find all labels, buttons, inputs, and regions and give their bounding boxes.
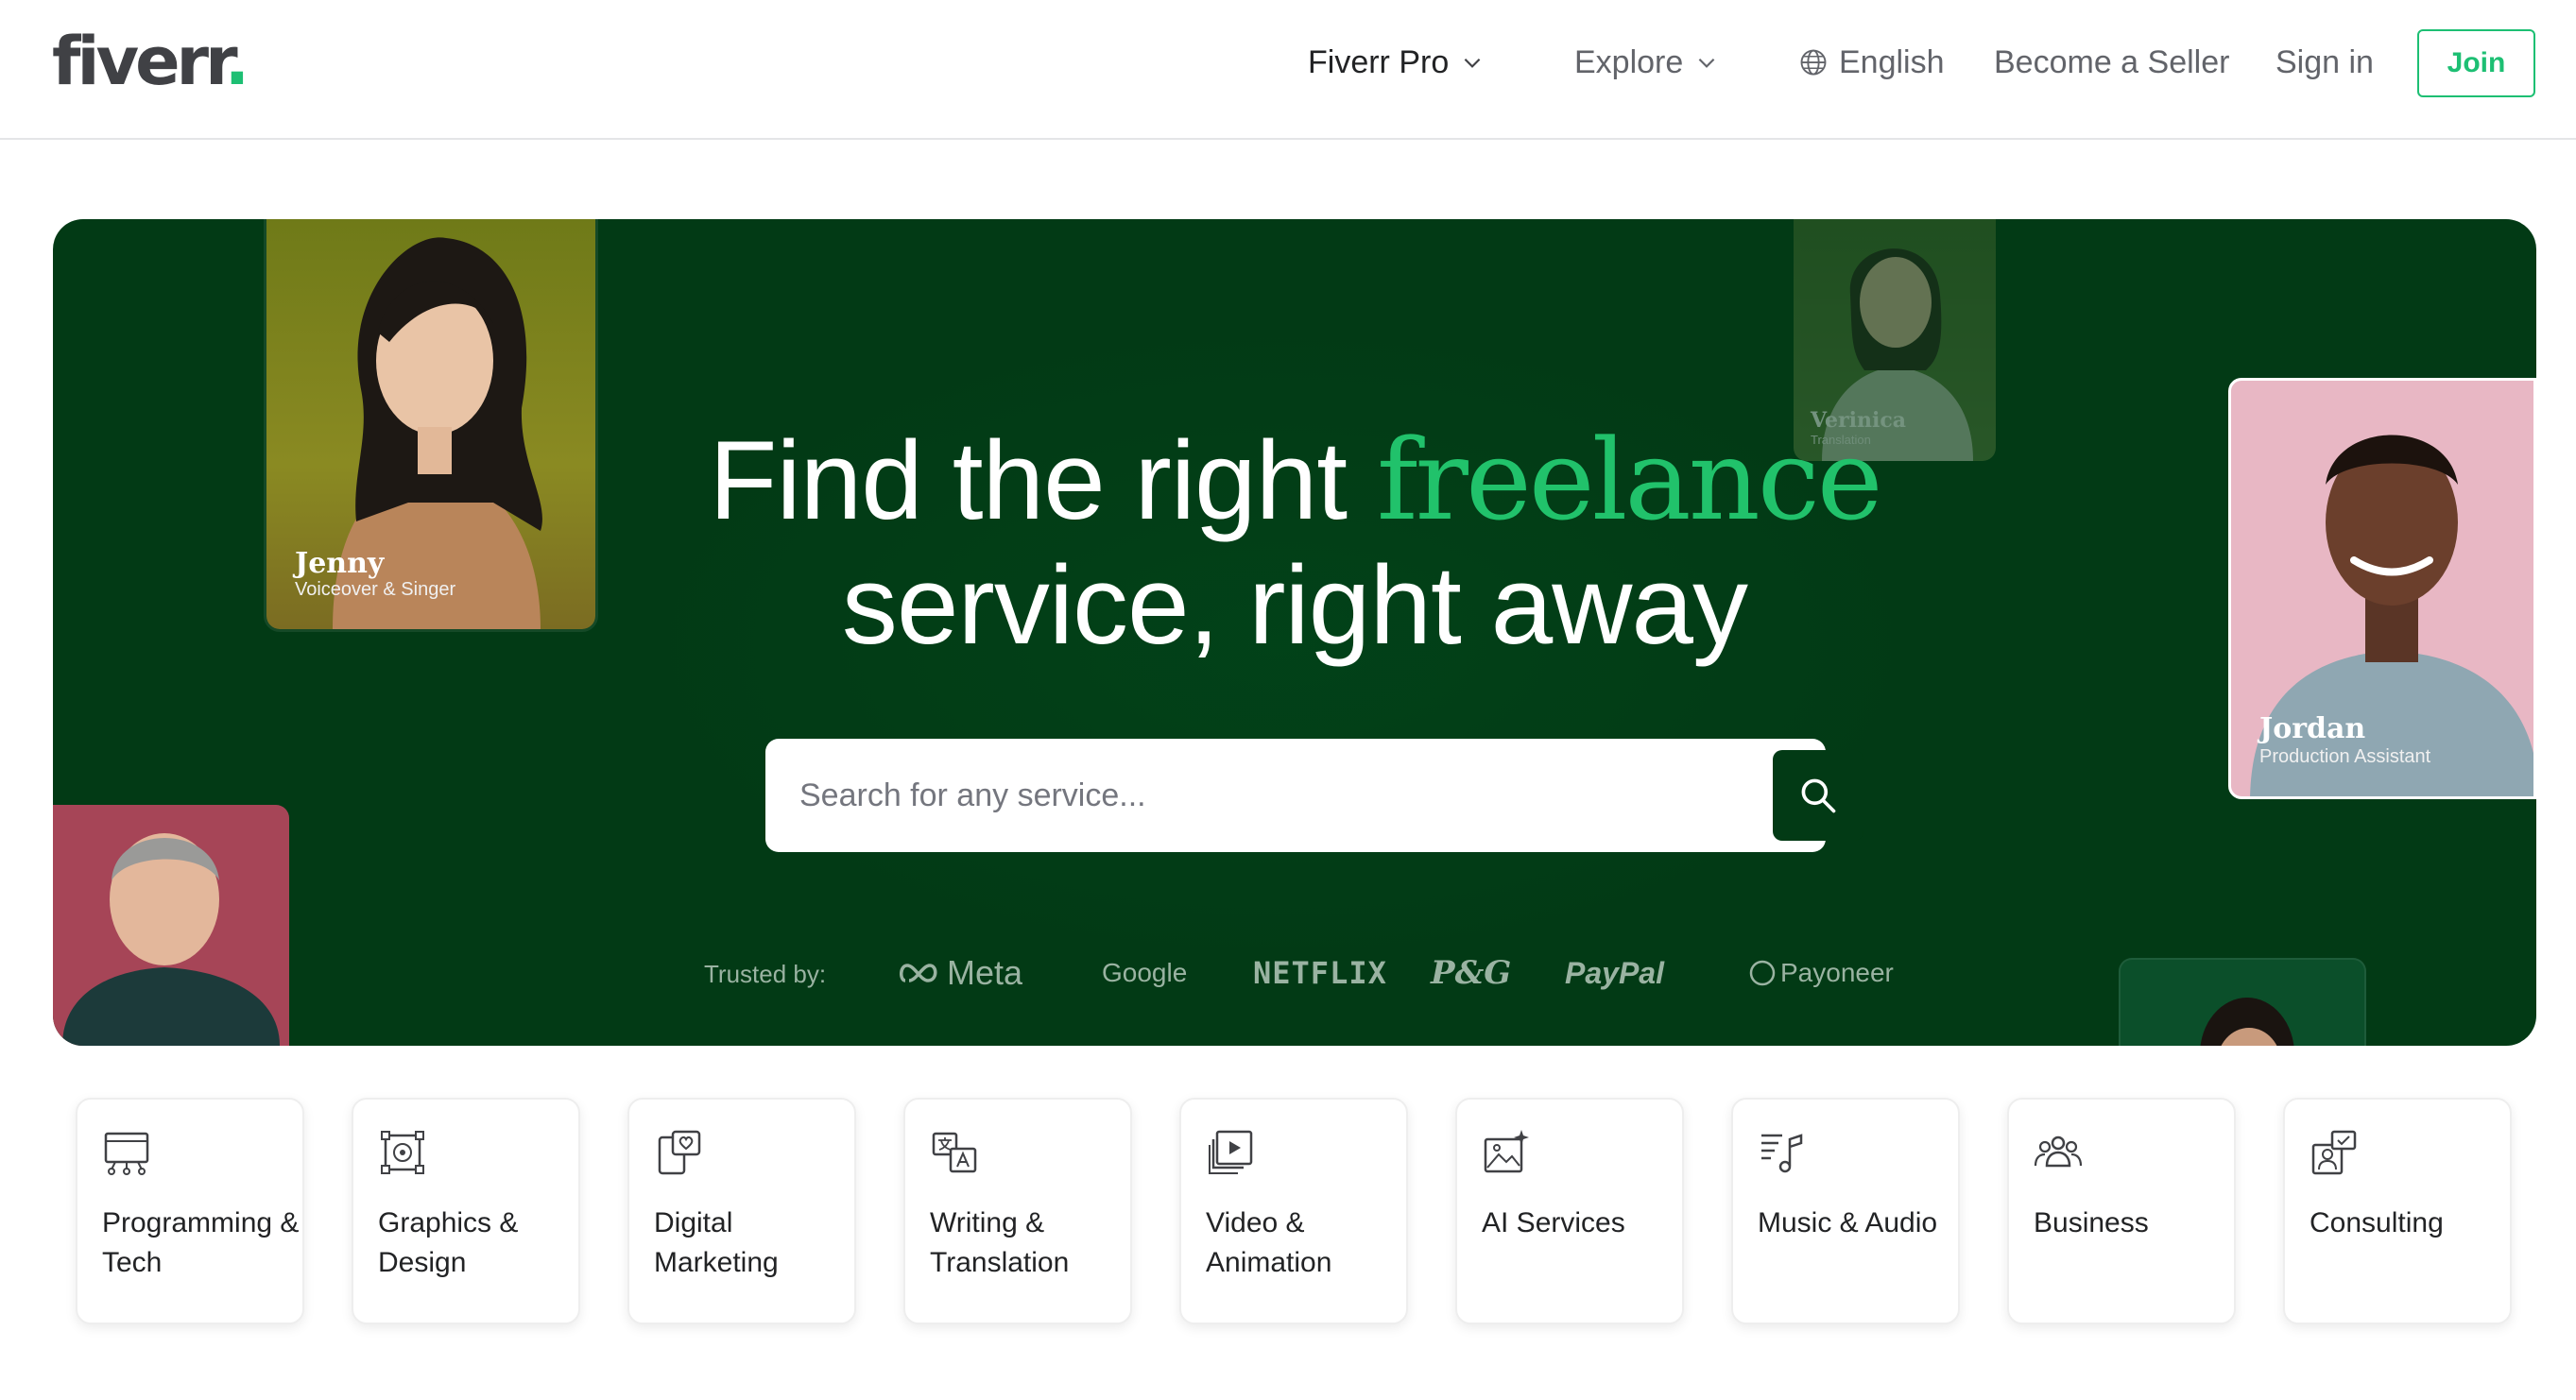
category-graphics-design[interactable]: Graphics & Design	[352, 1098, 580, 1324]
hero-banner: Jenny Voiceover & Singer Verinica Transl…	[53, 219, 2536, 1046]
video-play-icon	[1209, 1130, 1253, 1174]
people-group-icon	[2034, 1135, 2083, 1168]
logo-text: fiverr	[52, 23, 229, 100]
trusted-by-row: Trusted by: Meta Google NETFLIX P&G PayP…	[53, 947, 2536, 1003]
nav-language[interactable]: English	[1799, 42, 1945, 83]
category-label: Writing & Translation	[930, 1207, 1070, 1278]
chevron-down-icon	[1464, 58, 1481, 68]
hero-headline-line2: service, right away	[841, 543, 1748, 668]
payoneer-circle-icon	[1749, 960, 1776, 986]
music-note-icon	[1761, 1134, 1803, 1173]
category-label: Digital Marketing	[654, 1207, 779, 1278]
category-business[interactable]: Business	[2007, 1098, 2236, 1324]
category-programming-tech[interactable]: Programming & Tech	[76, 1098, 304, 1324]
freelancer-role: Production Assistant	[2259, 746, 2431, 767]
category-ai-services[interactable]: AI Services	[1455, 1098, 1684, 1324]
fiverr-logo[interactable]: fiverr.	[52, 23, 250, 100]
nav-language-label: English	[1839, 44, 1945, 80]
category-label: Programming & Tech	[102, 1207, 300, 1278]
category-label: Graphics & Design	[378, 1207, 519, 1278]
trusted-label: Trusted by:	[704, 960, 827, 988]
hero-headline-line1: Find the right freelance	[53, 418, 2536, 543]
category-digital-marketing[interactable]: Digital Marketing	[627, 1098, 856, 1324]
freelancer-name: Jordan	[2259, 712, 2366, 745]
join-button[interactable]: Join	[2417, 29, 2535, 97]
search-icon	[1801, 778, 1836, 813]
chevron-down-icon	[1698, 58, 1715, 68]
headline-text: Find the right	[709, 418, 1377, 543]
brand-payoneer-label: Payoneer	[1780, 958, 1894, 987]
nav-explore-label: Explore	[1574, 44, 1684, 80]
headline-accent: freelance	[1376, 415, 1883, 545]
nav-explore[interactable]: Explore	[1574, 42, 1719, 83]
category-label: Business	[2034, 1207, 2149, 1238]
top-navbar: fiverr. Fiverr Pro Explore English Becom…	[0, 0, 2576, 140]
portrait-man	[62, 833, 280, 1046]
brand-pg: P&G	[1431, 954, 1512, 992]
category-video-animation[interactable]: Video & Animation	[1179, 1098, 1408, 1324]
meta-infinity-icon	[900, 964, 937, 982]
nav-become-seller[interactable]: Become a Seller	[1994, 42, 2229, 83]
category-label: AI Services	[1482, 1207, 1625, 1238]
nav-fiverr-pro[interactable]: Fiverr Pro	[1308, 42, 1485, 83]
brand-paypal: PayPal	[1565, 956, 1664, 990]
category-consulting[interactable]: Consulting	[2283, 1098, 2512, 1324]
search-input[interactable]	[765, 739, 1710, 852]
consulting-icon	[2311, 1130, 2357, 1175]
globe-icon	[1800, 49, 1827, 76]
brand-meta: Meta	[900, 950, 1022, 996]
search-button[interactable]	[1773, 750, 1863, 841]
category-label: Consulting	[2310, 1207, 2444, 1238]
category-label: Video & Animation	[1206, 1207, 1332, 1278]
nav-become-seller-label: Become a Seller	[1994, 44, 2230, 80]
brand-netflix: NETFLIX	[1253, 955, 1387, 991]
category-writing-translation[interactable]: Writing & Translation	[903, 1098, 1132, 1324]
design-frame-icon	[381, 1131, 424, 1174]
search-bar	[765, 739, 1863, 852]
translate-icon	[932, 1132, 977, 1173]
category-label: Music & Audio	[1758, 1207, 1938, 1238]
brand-meta-label: Meta	[947, 953, 1023, 992]
freelancer-card-man[interactable]	[53, 805, 289, 1046]
nav-fiverr-pro-label: Fiverr Pro	[1308, 44, 1450, 80]
ai-image-icon	[1484, 1130, 1529, 1173]
logo-dot: .	[224, 23, 250, 100]
nav-sign-in-label: Sign in	[2275, 44, 2374, 80]
brand-google: Google	[1102, 958, 1188, 987]
brand-payoneer: Payoneer	[1748, 950, 1894, 996]
phone-heart-icon	[658, 1130, 701, 1175]
category-music-audio[interactable]: Music & Audio	[1731, 1098, 1960, 1324]
hero-headline: Find the right freelance service, right …	[53, 418, 2536, 668]
nav-sign-in[interactable]: Sign in	[2275, 42, 2374, 83]
monitor-icon	[104, 1132, 149, 1175]
